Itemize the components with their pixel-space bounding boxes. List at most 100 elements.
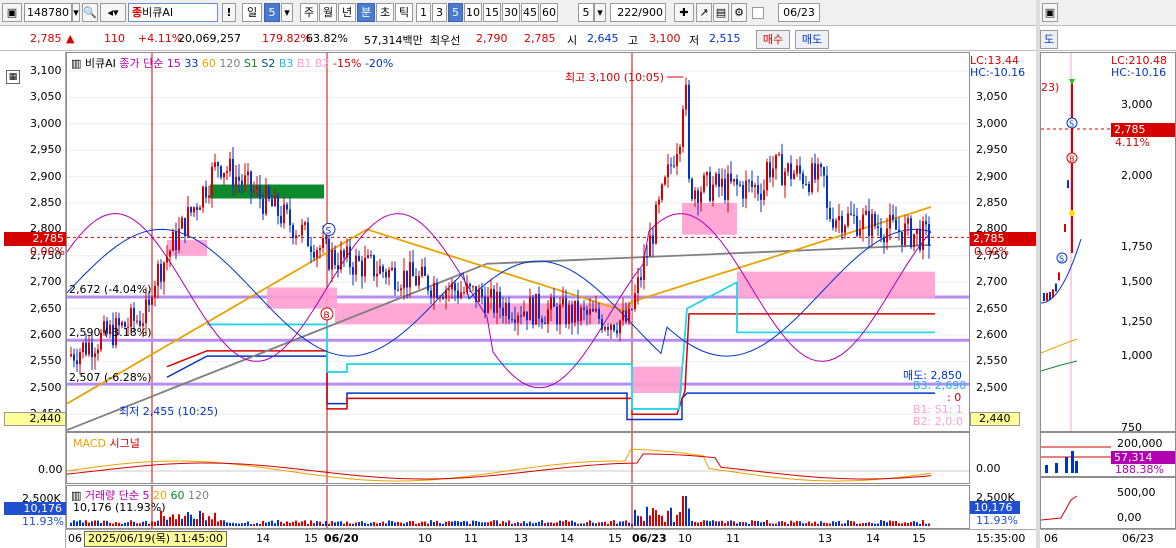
volume-bar: [130, 520, 132, 526]
volume-bar: [277, 520, 279, 526]
date-checkbox[interactable]: [752, 7, 764, 19]
period-2[interactable]: 년: [338, 3, 356, 22]
minute-10[interactable]: 10: [464, 3, 482, 22]
price-panel[interactable]: SB ▥ 비큐AI 종가 단순 15 33 60 120 S1 S2 B3 B1…: [66, 52, 970, 432]
grid-icon[interactable]: ▦: [6, 70, 20, 84]
mini-toolbar: ▣: [1040, 0, 1176, 26]
change-pct: +4.11%: [138, 32, 183, 45]
candle: [580, 307, 582, 322]
mini-vol-panel[interactable]: 200,000 57,314 188.38%: [1040, 432, 1176, 477]
volume-bar: [103, 520, 105, 526]
volume-bar: [634, 509, 636, 526]
candle: [706, 172, 708, 176]
volume-bar: [547, 522, 549, 526]
volume-bar: [814, 521, 816, 526]
candle: [844, 225, 846, 233]
volume-panel[interactable]: ▥ 거래량 단순 5 20 60 120 10,176 (11.93%): [66, 485, 970, 529]
candle: [322, 238, 324, 249]
draw-icon[interactable]: ↗: [696, 3, 712, 22]
macd-panel[interactable]: MACD 시그널: [66, 432, 970, 484]
candle: [454, 283, 456, 291]
candle: [604, 327, 606, 330]
vol-pct-left: 11.93%: [22, 515, 64, 528]
period-4[interactable]: 초: [376, 3, 394, 22]
candle: [883, 237, 885, 243]
candle: [442, 296, 444, 299]
minute-1[interactable]: 1: [416, 3, 431, 22]
legend-name: 비큐AI: [84, 57, 116, 70]
vol-ma60: 60: [170, 489, 185, 502]
layout-icon[interactable]: ▣: [2, 3, 22, 22]
volume-bar: [721, 520, 723, 526]
settings-icon[interactable]: ⚙: [731, 3, 747, 22]
volume-bar: [178, 514, 180, 526]
count-dropdown-icon[interactable]: ▾: [594, 3, 606, 22]
volume-bar: [919, 523, 921, 526]
interval-num[interactable]: 5: [264, 3, 280, 22]
volume-bar: [121, 523, 123, 526]
minute-15[interactable]: 15: [483, 3, 501, 22]
candle: [655, 204, 657, 244]
candle: [118, 318, 120, 326]
minute-5[interactable]: 5: [448, 3, 463, 22]
period-1[interactable]: 월: [319, 3, 337, 22]
left-ytick: 2,850: [30, 196, 62, 209]
interval-label[interactable]: 일: [242, 3, 262, 22]
ratio-field[interactable]: 222/900: [610, 3, 666, 22]
date-field[interactable]: 06/23: [778, 3, 820, 22]
candle: [619, 320, 621, 334]
minute-60[interactable]: 60: [540, 3, 558, 22]
minute-30[interactable]: 30: [502, 3, 520, 22]
count-field[interactable]: 5: [578, 3, 594, 22]
candle: [877, 226, 879, 229]
mini-vol-bar: [1045, 465, 1048, 473]
volume-bar: [553, 523, 555, 526]
volume-bar: [544, 523, 546, 526]
candle: [832, 219, 834, 228]
candle: [409, 262, 411, 288]
prev-next-icon[interactable]: ◂▾: [100, 3, 126, 22]
macd-chart: [67, 433, 969, 483]
minute-3[interactable]: 3: [432, 3, 447, 22]
volume-bar: [817, 523, 819, 526]
bid-price: 2,785: [524, 32, 556, 45]
volume-bar: [379, 522, 381, 526]
alert-button[interactable]: !: [222, 3, 236, 22]
save-icon[interactable]: ▤: [713, 3, 729, 22]
stock-name-field[interactable]: 종비큐AI: [128, 3, 218, 22]
candle: [607, 327, 609, 330]
candle: [418, 275, 420, 286]
volume-bar: [592, 522, 594, 526]
sell-button[interactable]: 매도: [795, 30, 829, 49]
candle: [772, 168, 774, 178]
mini-price-panel[interactable]: SBS LC:210.48 HC:-10.16 23) 3,0002,5002,…: [1040, 52, 1176, 434]
buy-button[interactable]: 매수: [756, 30, 790, 49]
candle: [829, 207, 831, 220]
candle: [412, 262, 414, 277]
crosshair-icon[interactable]: ✚: [674, 3, 694, 22]
period-5[interactable]: 틱: [395, 3, 413, 22]
interval-dropdown-icon[interactable]: ▾: [281, 3, 293, 22]
volume-bar: [481, 522, 483, 526]
volume-bar: [616, 523, 618, 526]
candle: [517, 315, 519, 323]
volume-bar: [109, 522, 111, 526]
search-icon[interactable]: 🔍: [82, 3, 98, 22]
stock-code-field[interactable]: 148780: [24, 3, 72, 22]
code-dropdown-icon[interactable]: ▾: [72, 3, 80, 22]
minute-45[interactable]: 45: [521, 3, 539, 22]
candle: [535, 293, 537, 325]
mini-layout-icon[interactable]: ▣: [1042, 3, 1058, 22]
candle: [439, 296, 441, 298]
macd-zero-left: 0.00: [38, 463, 63, 476]
period-3[interactable]: 분: [357, 3, 375, 22]
mini-tab[interactable]: 도: [1040, 30, 1058, 49]
candle: [448, 289, 450, 291]
candle: [586, 309, 588, 315]
mini-vol2-panel[interactable]: 500,00 0,00: [1040, 477, 1176, 529]
period-0[interactable]: 주: [300, 3, 318, 22]
x-axis: 06 14 15 06/20 10 11 13 14 15 06/23 10 11 13 14 15 202…: [66, 529, 1036, 548]
up-arrow-icon: ▲: [66, 32, 75, 45]
mini-x-end: 06/23: [1122, 532, 1154, 545]
candle: [313, 251, 315, 258]
